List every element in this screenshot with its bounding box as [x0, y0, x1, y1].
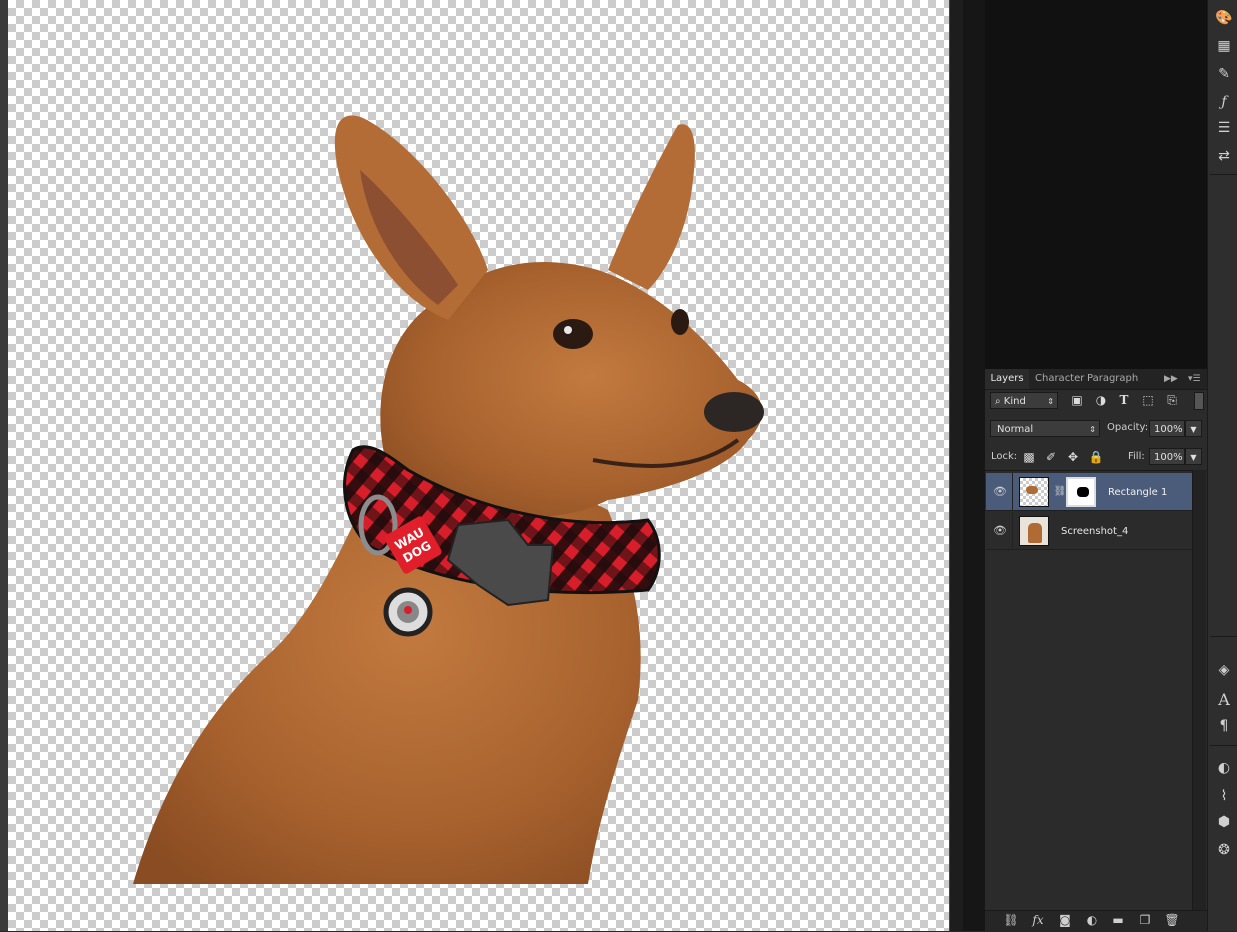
trash-icon[interactable]: 🗑 — [1162, 911, 1182, 929]
new-layer-icon[interactable]: ❐ — [1135, 911, 1155, 929]
layer-thumbnail — [1019, 516, 1049, 546]
paragraph-panel-icon[interactable]: ¶ — [1213, 716, 1235, 736]
lock-position-icon[interactable]: ✥ — [1065, 449, 1081, 465]
layer-filter-kind[interactable]: ⌕ Kind ⇕ — [990, 392, 1058, 409]
fx-icon[interactable]: fx — [1028, 911, 1048, 929]
dog-eye-left — [553, 319, 593, 349]
visibility-eye-icon[interactable]: 👁 — [992, 523, 1008, 539]
dog-eye-right — [671, 309, 689, 335]
panel-collapse-icon[interactable]: ▶▶ — [1164, 369, 1178, 389]
dog-image: WAU DOG — [133, 115, 764, 884]
chevron-updown-icon: ⇕ — [1047, 397, 1054, 406]
3d-icon[interactable]: ⬢ — [1213, 812, 1235, 832]
canvas-panel-divider[interactable] — [949, 0, 964, 931]
opacity-label: Opacity: — [1107, 422, 1149, 433]
group-folder-icon[interactable]: ▬ — [1108, 911, 1128, 929]
dog-left-ear — [334, 115, 488, 320]
opacity-dropdown-icon[interactable]: ▼ — [1185, 420, 1202, 437]
color-palette-icon[interactable]: 🎨 — [1213, 8, 1235, 28]
opacity-input[interactable]: 100% — [1149, 420, 1185, 437]
layer-row-rectangle-1[interactable]: 👁 ⛓ Rectangle 1 — [986, 473, 1192, 511]
shape-filter-icon[interactable]: ⬚ — [1140, 392, 1156, 408]
layer-name[interactable]: Rectangle 1 — [1108, 487, 1167, 498]
link-layers-icon[interactable]: ⛓ — [1001, 911, 1021, 929]
tab-layers[interactable]: Layers — [985, 369, 1029, 389]
swatches-grid-icon[interactable]: ▦ — [1213, 36, 1235, 56]
tab-paragraph[interactable]: Paragraph — [1087, 369, 1138, 389]
actions-icon[interactable]: ⇄ — [1213, 146, 1235, 166]
filter-kind-label: Kind — [1003, 396, 1026, 407]
history-list-icon[interactable]: ☰ — [1213, 118, 1235, 138]
document-canvas[interactable]: WAU DOG — [8, 0, 949, 931]
paths-icon[interactable]: ⌇ — [1213, 786, 1235, 806]
panel-menu-icon[interactable]: ▾☰ — [1188, 369, 1201, 389]
smart-object-filter-icon[interactable]: ⎘ — [1164, 392, 1180, 408]
layer-thumbnail — [1019, 477, 1049, 507]
character-panel-icon[interactable]: A — [1213, 690, 1235, 710]
filter-toggle-switch[interactable] — [1194, 392, 1204, 410]
adjustment-layer-icon[interactable]: ◐ — [1082, 911, 1102, 929]
brush-presets-icon[interactable]: ✎ — [1213, 64, 1235, 84]
layers-stack-icon[interactable]: ◈ — [1213, 660, 1235, 680]
search-icon: ⌕ — [995, 396, 1001, 407]
panel-gutter — [963, 0, 985, 931]
lock-pixels-icon[interactable]: ▩ — [1021, 449, 1037, 465]
lock-label: Lock: — [991, 451, 1018, 462]
adjustments-icon[interactable]: ◐ — [1213, 758, 1235, 778]
fill-input[interactable]: 100% — [1149, 448, 1185, 465]
layer-name[interactable]: Screenshot_4 — [1061, 526, 1128, 537]
layers-scrollbar[interactable] — [1192, 470, 1206, 910]
chevron-updown-icon: ⇕ — [1089, 425, 1096, 434]
blend-mode-value: Normal — [997, 424, 1034, 435]
visibility-eye-icon[interactable]: 👁 — [992, 484, 1008, 500]
blend-mode-select[interactable]: Normal ⇕ — [990, 420, 1100, 437]
add-mask-icon[interactable]: ◙ — [1055, 911, 1075, 929]
type-filter-icon[interactable]: T — [1116, 392, 1132, 408]
lock-all-icon[interactable]: 🔒 — [1088, 449, 1104, 465]
dog-right-ear — [608, 124, 695, 290]
channels-icon[interactable]: ❂ — [1213, 840, 1235, 860]
adjustment-filter-icon[interactable]: ◑ — [1093, 392, 1109, 408]
fill-label: Fill: — [1128, 451, 1145, 462]
fill-dropdown-icon[interactable]: ▼ — [1185, 448, 1202, 465]
empty-panel-area — [985, 0, 1207, 369]
lock-brush-icon[interactable]: ✐ — [1043, 449, 1059, 465]
layer-mask-thumbnail[interactable] — [1066, 477, 1096, 507]
canvas-left-edge — [0, 0, 8, 931]
tab-character[interactable]: Character — [1035, 369, 1084, 389]
layer-row-screenshot-4[interactable]: 👁 Screenshot_4 — [986, 512, 1192, 550]
image-filter-icon[interactable]: ▣ — [1069, 392, 1085, 408]
dog-nose — [704, 392, 764, 432]
styles-fx-icon[interactable]: ƒ — [1213, 92, 1235, 112]
